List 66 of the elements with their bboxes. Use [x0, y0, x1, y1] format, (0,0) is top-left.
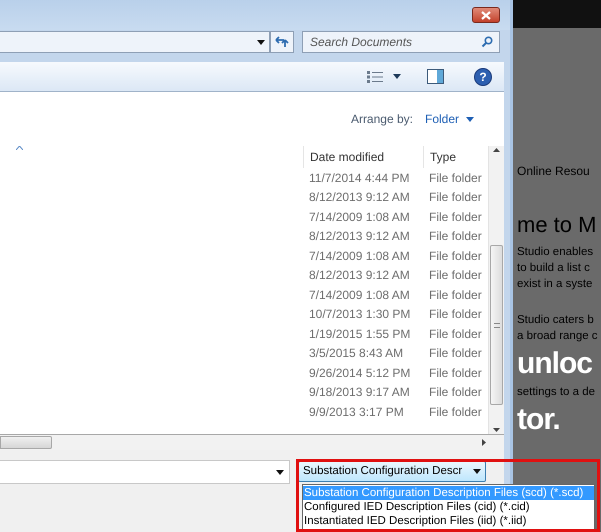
- arrange-by-dropdown[interactable]: Folder: [424, 110, 474, 128]
- date-cell-text: 11/7/2014 4:44 PM: [308, 170, 411, 187]
- paragraph-text: a broad range c: [517, 329, 599, 344]
- paragraph-text: Studio caters b: [517, 313, 595, 328]
- column-header[interactable]: Date modified: [304, 146, 424, 168]
- date-cell-text: 9/18/2013 9:17 AM: [308, 384, 411, 402]
- date-cell-text: 8/12/2013 9:12 AM: [308, 267, 411, 284]
- close-button[interactable]: [472, 7, 500, 23]
- date-cell-text: 7/14/2009 1:08 AM: [308, 208, 411, 226]
- file-name-field[interactable]: [0, 460, 290, 484]
- help-button[interactable]: ?: [474, 68, 492, 86]
- file-type-dropdown[interactable]: Substation Configuration Descr: [298, 461, 486, 482]
- type-cell-text: File folder: [428, 326, 482, 343]
- dropdown-arrow-icon: [276, 470, 284, 474]
- date-cell-text: 1/19/2015 1:55 PM: [308, 326, 412, 343]
- date-cell-text: 9/9/2013 3:17 PM: [308, 404, 405, 421]
- column-header[interactable]: Type: [424, 146, 488, 168]
- type-cell-text: File folder: [428, 306, 482, 324]
- paragraph-text: Studio enables: [517, 245, 594, 260]
- close-icon: [481, 10, 491, 20]
- type-cell-text: File folder: [428, 404, 482, 421]
- type-cell-text: File folder: [428, 364, 482, 382]
- type-cell-text: File folder: [428, 208, 482, 226]
- scroll-up-arrow-icon: [493, 148, 500, 152]
- details-view-icon: [367, 70, 383, 82]
- heading-text: me to M: [517, 211, 598, 239]
- scroll-down-arrow-icon: [493, 428, 500, 432]
- view-options-button[interactable]: [367, 70, 401, 82]
- type-cell-text: File folder: [428, 267, 482, 284]
- type-cell-text: File folder: [428, 286, 482, 304]
- search-icon: [481, 36, 493, 48]
- date-cell-text: 7/14/2009 1:08 AM: [308, 286, 411, 304]
- type-cell-text: File folder: [428, 228, 482, 246]
- search-field[interactable]: Search Documents: [302, 31, 500, 53]
- heading-text: unloc: [517, 346, 593, 382]
- link-text[interactable]: Online Resou: [517, 162, 601, 208]
- paragraph-text: settings to a de: [517, 385, 596, 400]
- type-cell-text: File folder: [428, 170, 482, 187]
- paragraph-text: to build a list c: [517, 261, 591, 276]
- horizontal-scrollbar[interactable]: [0, 434, 504, 450]
- preview-pane-button[interactable]: [427, 69, 444, 84]
- date-cell-text: 8/12/2013 9:12 AM: [308, 228, 411, 246]
- scrollbar-thumb[interactable]: [0, 436, 52, 449]
- date-cell-text: 3/5/2015 8:43 AM: [308, 345, 404, 362]
- date-cell-text: 10/7/2013 1:30 PM: [308, 306, 412, 324]
- dropdown-arrow-icon: [473, 469, 481, 474]
- preview-pane-icon: [427, 69, 444, 84]
- date-cell-text: 8/12/2013 9:12 AM: [308, 189, 411, 206]
- date-cell-text: 9/26/2014 5:12 PM: [308, 364, 412, 382]
- dropdown-arrow-icon: [466, 116, 474, 122]
- refresh-button[interactable]: [270, 31, 294, 53]
- refresh-arrows-icon: [275, 36, 289, 48]
- dropdown-arrow-icon: [257, 40, 265, 44]
- type-cell-text: File folder: [428, 345, 482, 362]
- dropdown-arrow-icon: [393, 74, 401, 79]
- type-cell-text: File folder: [428, 189, 482, 206]
- scrollbar-thumb[interactable]: [490, 245, 503, 405]
- date-cell-text: 7/14/2009 1:08 AM: [308, 248, 411, 265]
- arrange-by-label: Arrange by:: [350, 111, 413, 128]
- heading-text: tor.: [517, 402, 561, 438]
- type-cell-text: File folder: [428, 384, 482, 402]
- vertical-scrollbar[interactable]: [488, 146, 504, 434]
- scroll-right-arrow-icon: [482, 439, 486, 446]
- type-cell-text: File folder: [428, 248, 482, 265]
- address-field[interactable]: [0, 31, 270, 53]
- paragraph-text: exist in a syste: [517, 277, 594, 292]
